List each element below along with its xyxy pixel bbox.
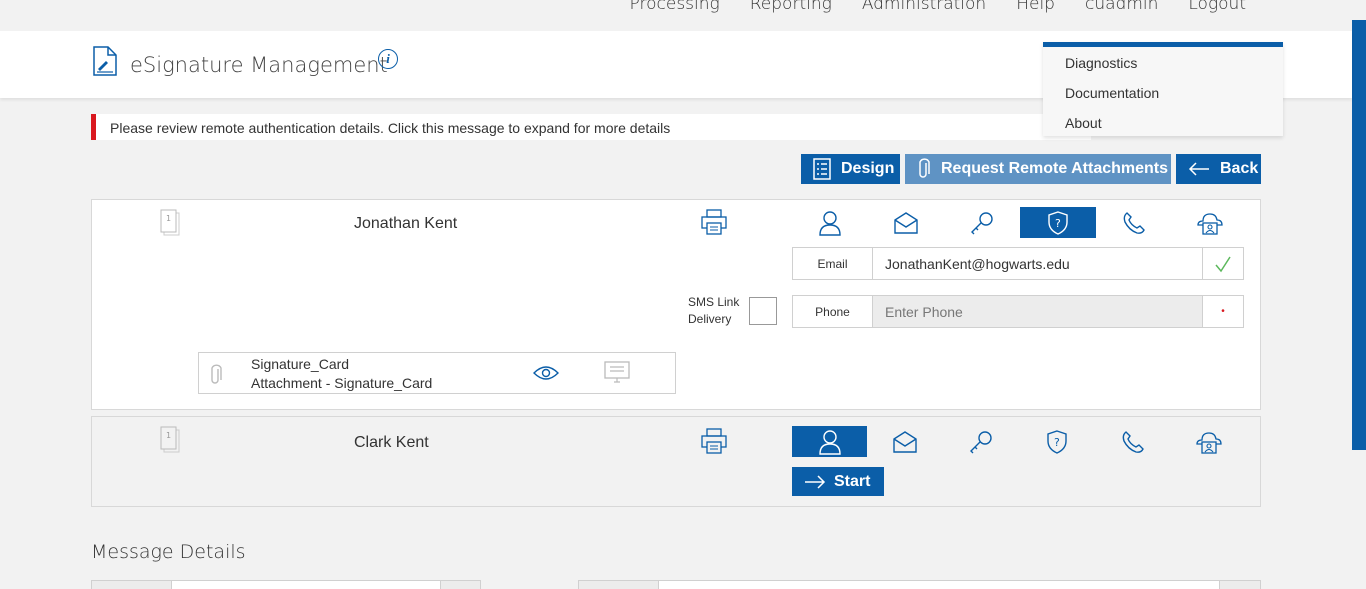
back-button[interactable]: Back — [1176, 154, 1261, 184]
printer-icon[interactable] — [700, 208, 728, 241]
auth-in-person[interactable] — [792, 426, 867, 457]
signer-name: Clark Kent — [354, 434, 429, 451]
attachment-description: Attachment - Signature_Card — [251, 375, 433, 391]
nav-user[interactable]: cuadmin — [1085, 0, 1158, 14]
email-input[interactable]: JonathanKent@hogwarts.edu — [873, 248, 1202, 279]
auth-email[interactable] — [868, 207, 944, 238]
email-field: Email JonathanKent@hogwarts.edu — [792, 247, 1244, 280]
printer-icon[interactable] — [700, 427, 728, 460]
auth-method-row: ? — [792, 426, 1247, 457]
signer-name: Jonathan Kent — [354, 215, 458, 232]
sms-link-delivery-checkbox[interactable] — [749, 297, 777, 325]
scrollbar[interactable] — [1352, 20, 1366, 450]
page-number-icon: 1 — [160, 209, 180, 242]
request-remote-attachments-button[interactable]: Request Remote Attachments — [905, 154, 1171, 184]
phone-icon — [1122, 430, 1144, 453]
menu-item-diagnostics[interactable]: Diagnostics — [1065, 55, 1137, 71]
menu-item-documentation[interactable]: Documentation — [1065, 85, 1159, 101]
svg-text:?: ? — [1055, 217, 1061, 230]
nav-help[interactable]: Help — [1016, 0, 1055, 14]
auth-id-verification[interactable] — [1172, 207, 1248, 238]
arrow-left-icon — [1188, 162, 1209, 176]
signer-panel-clark-kent: 1 Clark Kent ? Start — [91, 416, 1261, 507]
auth-method-row: ? — [792, 207, 1248, 238]
sms-link-delivery-label: SMS Link Delivery — [688, 295, 740, 326]
design-button[interactable]: Design — [801, 154, 900, 184]
auth-knowledge-based[interactable]: ? — [1019, 426, 1095, 457]
message-field-end — [440, 580, 481, 589]
attachment-row: Signature_Card Attachment - Signature_Ca… — [198, 352, 676, 394]
cloud-user-icon — [1197, 212, 1223, 235]
phone-field: Phone Enter Phone • — [792, 295, 1244, 328]
document-signature-icon — [92, 45, 118, 82]
required-indicator: • — [1202, 296, 1243, 327]
person-icon — [818, 429, 841, 455]
auth-id-verification[interactable] — [1171, 426, 1247, 457]
email-label: Email — [793, 248, 873, 279]
message-field-input[interactable] — [658, 580, 1220, 589]
eye-icon[interactable] — [533, 365, 559, 386]
auth-in-person[interactable] — [792, 207, 868, 238]
person-icon — [819, 210, 841, 236]
start-button[interactable]: Start — [792, 467, 884, 496]
authentication-alert[interactable]: Please review remote authentication deta… — [91, 114, 1091, 140]
message-field-end — [1219, 580, 1261, 589]
svg-text:?: ? — [1054, 436, 1060, 449]
alert-text: Please review remote authentication deta… — [110, 120, 671, 136]
auth-phone[interactable] — [1095, 426, 1171, 457]
auth-knowledge-based[interactable]: ? — [1020, 207, 1096, 238]
checklist-icon — [813, 158, 831, 180]
valid-check-icon — [1202, 248, 1243, 279]
shield-question-icon: ? — [1048, 210, 1068, 235]
auth-access-code[interactable] — [944, 207, 1020, 238]
message-field-label — [578, 580, 659, 589]
page-title: eSignature Management — [130, 53, 388, 77]
paperclip-icon — [919, 158, 930, 178]
shield-question-icon: ? — [1047, 429, 1067, 454]
email-icon — [893, 430, 917, 453]
info-icon[interactable]: i — [378, 49, 398, 69]
phone-label: Phone — [793, 296, 873, 327]
attachment-name: Signature_Card — [251, 356, 350, 372]
auth-access-code[interactable] — [943, 426, 1019, 457]
nav-reporting[interactable]: Reporting — [750, 0, 832, 14]
signer-panel-jonathan-kent: 1 Jonathan Kent ? Email JonathanKent@hog… — [91, 199, 1261, 410]
paperclip-icon — [209, 363, 223, 392]
key-icon — [971, 211, 993, 234]
monitor-icon[interactable] — [604, 361, 630, 390]
help-dropdown-menu: Diagnostics Documentation About — [1043, 42, 1283, 136]
auth-phone[interactable] — [1096, 207, 1172, 238]
top-navigation: Processing Reporting Administration Help… — [0, 0, 1352, 31]
page-number-icon: 1 — [160, 426, 180, 459]
email-icon — [894, 211, 918, 234]
message-field-label — [91, 580, 172, 589]
nav-processing[interactable]: Processing — [630, 0, 720, 14]
arrow-right-icon — [805, 474, 826, 489]
auth-email[interactable] — [867, 426, 943, 457]
message-details-title: Message Details — [91, 541, 246, 563]
svg-text:1: 1 — [166, 431, 171, 440]
menu-item-about[interactable]: About — [1065, 115, 1102, 131]
key-icon — [970, 430, 992, 453]
nav-logout[interactable]: Logout — [1188, 0, 1246, 14]
cloud-user-icon — [1196, 431, 1222, 454]
nav-administration[interactable]: Administration — [862, 0, 986, 14]
message-field-input[interactable] — [171, 580, 441, 589]
phone-icon — [1123, 211, 1145, 234]
phone-input[interactable]: Enter Phone — [873, 296, 1202, 327]
svg-text:1: 1 — [166, 214, 171, 223]
